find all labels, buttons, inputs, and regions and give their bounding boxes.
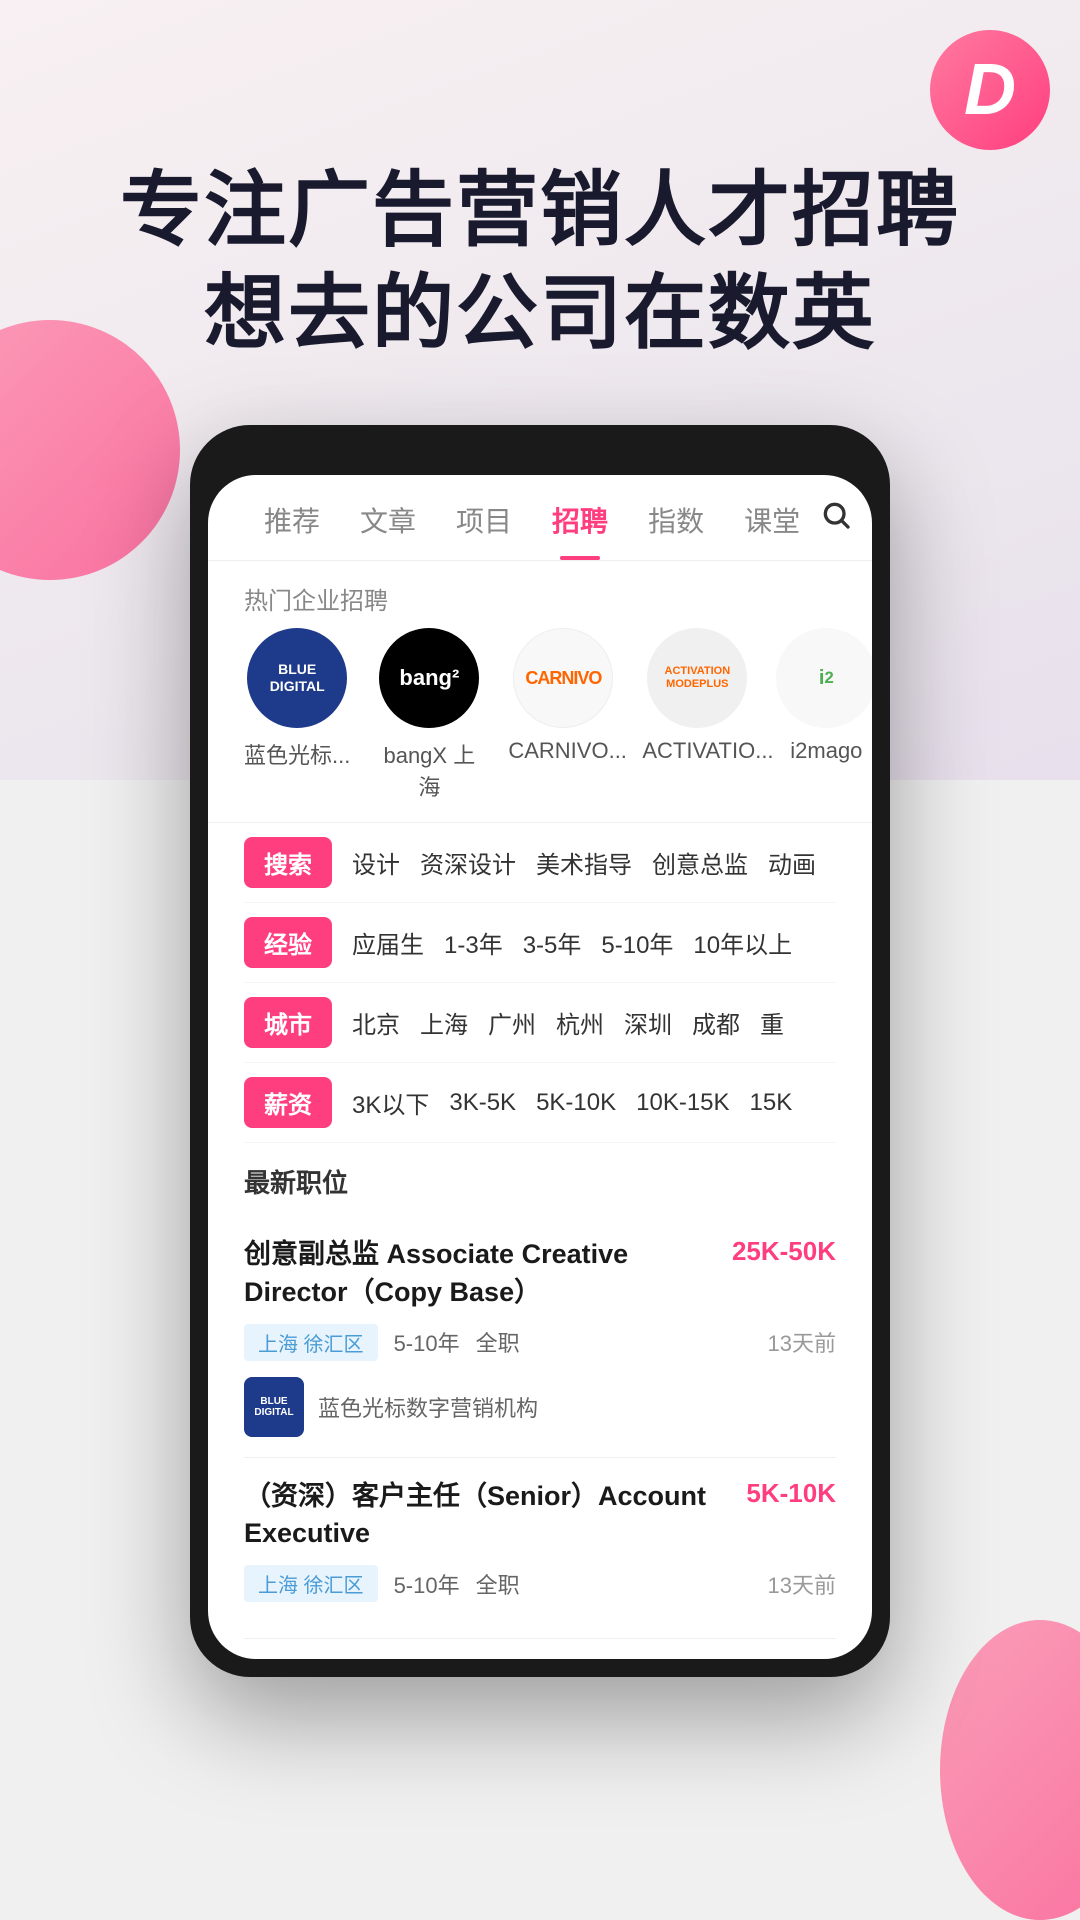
nav-item-article[interactable]: 文章 — [340, 500, 436, 560]
job1-company-logo-text: BLUEDIGITAL — [250, 1392, 297, 1422]
filter-opt-15k[interactable]: 15K — [750, 1089, 793, 1117]
filter-opt-beijing[interactable]: 北京 — [352, 1005, 400, 1040]
company-i2mago[interactable]: i2 i2mago — [776, 628, 872, 802]
filter-opt-3-5[interactable]: 3-5年 — [523, 925, 582, 960]
job1-meta: 上海 徐汇区 5-10年 全职 13天前 — [244, 1324, 836, 1361]
job2-header: （资深）客户主任（Senior）Account Executive 5K-10K — [244, 1478, 836, 1554]
phone-wrapper: 推荐 文章 项目 招聘 指数 课堂 热门企业招聘 BLUEDIGITAL — [0, 425, 1080, 1677]
job2-salary: 5K-10K — [746, 1478, 836, 1509]
filter-opt-10k-15k[interactable]: 10K-15K — [636, 1089, 729, 1117]
app-logo-letter: D — [964, 49, 1016, 131]
filter-opt-hangzhou[interactable]: 杭州 — [556, 1005, 604, 1040]
filter-row-city: 城市 北京 上海 广州 杭州 深圳 成都 重 — [244, 983, 836, 1063]
job1-date: 13天前 — [768, 1326, 836, 1358]
filter-opt-creative-director[interactable]: 创意总监 — [652, 845, 748, 880]
filter-opt-fresh[interactable]: 应届生 — [352, 925, 424, 960]
hero-title-line2: 想去的公司在数英 — [0, 263, 1080, 366]
phone-inner: 推荐 文章 项目 招聘 指数 课堂 热门企业招聘 BLUEDIGITAL — [208, 475, 872, 1659]
job-card-1[interactable]: 创意副总监 Associate Creative Director（Copy B… — [244, 1216, 836, 1458]
job-card-2[interactable]: （资深）客户主任（Senior）Account Executive 5K-10K… — [244, 1458, 836, 1640]
company-name-activation: ACTIVATIO... — [642, 738, 752, 764]
filter-tag-salary[interactable]: 薪资 — [244, 1077, 332, 1128]
search-icon[interactable] — [820, 499, 852, 560]
filter-row-search: 搜索 设计 资深设计 美术指导 创意总监 动画 — [244, 823, 836, 903]
job1-title: 创意副总监 Associate Creative Director（Copy B… — [244, 1236, 732, 1312]
filter-opt-shenzhen[interactable]: 深圳 — [624, 1005, 672, 1040]
jobs-section-title: 最新职位 — [244, 1163, 836, 1200]
company-name-blue-digital: 蓝色光标... — [244, 738, 350, 770]
company-logo-i2mago: i2 — [776, 628, 872, 728]
job1-company-name: 蓝色光标数字营销机构 — [318, 1391, 538, 1423]
filter-opt-10plus[interactable]: 10年以上 — [693, 925, 792, 960]
company-name-carnivo: CARNIVO... — [508, 738, 618, 764]
company-logo-blue-digital: BLUEDIGITAL — [247, 628, 347, 728]
filter-opt-1-3[interactable]: 1-3年 — [444, 925, 503, 960]
company-name-i2mago: i2mago — [790, 738, 862, 764]
company-logo-activation: ACTIVATIONMODEPLUS — [647, 628, 747, 728]
nav-item-recruit[interactable]: 招聘 — [532, 500, 628, 560]
job1-company-logo: BLUEDIGITAL — [244, 1377, 304, 1437]
job2-date: 13天前 — [768, 1568, 836, 1600]
hero-title: 专注广告营销人才招聘 想去的公司在数英 — [0, 160, 1080, 365]
company-logo-bangx: bang² — [379, 628, 479, 728]
company-blue-digital[interactable]: BLUEDIGITAL 蓝色光标... — [244, 628, 350, 802]
main-nav: 推荐 文章 项目 招聘 指数 课堂 — [208, 475, 872, 561]
job1-location: 上海 徐汇区 — [244, 1324, 378, 1361]
filter-opt-design[interactable]: 设计 — [352, 845, 400, 880]
filter-opt-senior-design[interactable]: 资深设计 — [420, 845, 516, 880]
app-logo[interactable]: D — [930, 30, 1050, 150]
company-bangx[interactable]: bang² bangX 上海 — [374, 628, 484, 802]
filter-opt-3k-below[interactable]: 3K以下 — [352, 1085, 429, 1120]
nav-item-index[interactable]: 指数 — [628, 500, 724, 560]
filter-opt-animation[interactable]: 动画 — [768, 845, 816, 880]
filter-opt-guangzhou[interactable]: 广州 — [488, 1005, 536, 1040]
company-name-bangx: bangX 上海 — [374, 738, 484, 802]
job1-experience: 5-10年 — [394, 1326, 460, 1358]
job1-header: 创意副总监 Associate Creative Director（Copy B… — [244, 1236, 836, 1312]
filter-section: 搜索 设计 资深设计 美术指导 创意总监 动画 经验 应届生 1-3年 3-5年… — [208, 822, 872, 1143]
filter-opt-5-10[interactable]: 5-10年 — [601, 925, 673, 960]
job2-title: （资深）客户主任（Senior）Account Executive — [244, 1478, 746, 1554]
filter-row-experience: 经验 应届生 1-3年 3-5年 5-10年 10年以上 — [244, 903, 836, 983]
filter-opt-shanghai[interactable]: 上海 — [420, 1005, 468, 1040]
filter-tag-search[interactable]: 搜索 — [244, 837, 332, 888]
company-carnivo[interactable]: CARNIVO CARNIVO... — [508, 628, 618, 802]
jobs-section: 最新职位 创意副总监 Associate Creative Director（C… — [208, 1143, 872, 1659]
company-activation[interactable]: ACTIVATIONMODEPLUS ACTIVATIO... — [642, 628, 752, 802]
nav-item-recommend[interactable]: 推荐 — [244, 500, 340, 560]
hero-title-line1: 专注广告营销人才招聘 — [0, 160, 1080, 263]
filter-opt-5k-10k[interactable]: 5K-10K — [536, 1089, 616, 1117]
companies-list: BLUEDIGITAL 蓝色光标... bang² bangX 上海 CARNI… — [208, 628, 872, 822]
filter-opt-more[interactable]: 重 — [760, 1005, 784, 1040]
job1-company: BLUEDIGITAL 蓝色光标数字营销机构 — [244, 1377, 836, 1437]
nav-item-project[interactable]: 项目 — [436, 500, 532, 560]
company-logo-carnivo: CARNIVO — [513, 628, 613, 728]
hot-companies-title: 热门企业招聘 — [208, 561, 872, 628]
filter-opt-art-director[interactable]: 美术指导 — [536, 845, 632, 880]
job2-type: 全职 — [476, 1568, 520, 1600]
nav-item-course[interactable]: 课堂 — [724, 500, 820, 560]
filter-tag-experience[interactable]: 经验 — [244, 917, 332, 968]
hero-section: 专注广告营销人才招聘 想去的公司在数英 — [0, 0, 1080, 425]
phone-outer: 推荐 文章 项目 招聘 指数 课堂 热门企业招聘 BLUEDIGITAL — [190, 425, 890, 1677]
filter-row-salary: 薪资 3K以下 3K-5K 5K-10K 10K-15K 15K — [244, 1063, 836, 1143]
filter-opt-chengdu[interactable]: 成都 — [692, 1005, 740, 1040]
job2-experience: 5-10年 — [394, 1568, 460, 1600]
filter-tag-city[interactable]: 城市 — [244, 997, 332, 1048]
filter-opt-3k-5k[interactable]: 3K-5K — [449, 1089, 516, 1117]
phone-notch — [450, 443, 630, 475]
job2-meta: 上海 徐汇区 5-10年 全职 13天前 — [244, 1565, 836, 1602]
job1-salary: 25K-50K — [732, 1236, 836, 1267]
job1-type: 全职 — [476, 1326, 520, 1358]
job2-location: 上海 徐汇区 — [244, 1565, 378, 1602]
